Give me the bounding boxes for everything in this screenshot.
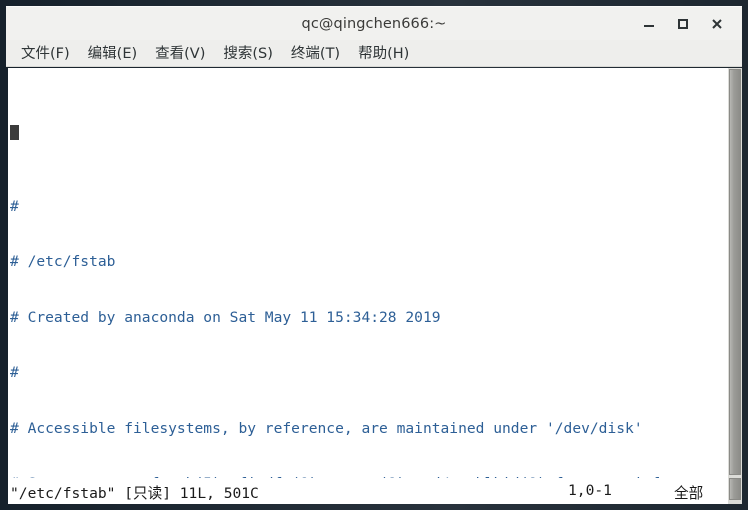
terminal-line-cursor [8,124,728,143]
menu-item-file[interactable]: 文件(F) [12,40,79,66]
terminal-line-comment-4: # [10,364,19,381]
terminal-line-comment-2: # /etc/fstab [10,253,116,270]
text-cursor [10,124,19,140]
status-scrollbar-thumb[interactable] [729,478,741,500]
maximize-icon[interactable] [666,7,700,41]
menu-item-view[interactable]: 查看(V) [146,40,214,66]
title-bar[interactable]: qc@qingchen666:~ [6,6,742,40]
menu-item-terminal[interactable]: 终端(T) [282,40,349,66]
terminal-scrollbar-thumb[interactable] [729,69,741,475]
menu-bar: 文件(F) 编辑(E) 查看(V) 搜索(S) 终端(T) 帮助(H) [6,40,742,67]
terminal-window: qc@qingchen666:~ 文件(F) 编辑(E) 查看(V) 搜索(S)… [0,0,748,510]
window-title: qc@qingchen666:~ [301,15,447,32]
vim-status-bar: "/etc/fstab" [只读] 11L, 501C 1,0-1 全部 [8,478,728,504]
terminal-line-comment-3: # Created by anaconda on Sat May 11 15:3… [10,308,441,326]
terminal-line-comment-1: # [10,197,19,215]
menu-item-edit[interactable]: 编辑(E) [79,40,146,66]
status-scroll-percent: 全部 [674,485,704,502]
window-controls [632,7,734,41]
terminal-scrollbar-track[interactable] [728,68,742,478]
close-icon[interactable] [700,7,734,41]
status-scrollbar-track[interactable] [728,478,742,504]
terminal-line-comment-5: # Accessible filesystems, by reference, … [10,419,643,437]
menu-item-search[interactable]: 搜索(S) [214,40,282,66]
menu-item-help[interactable]: 帮助(H) [349,40,418,66]
terminal-content[interactable]: # # /etc/fstab # Created by anaconda on … [8,68,728,478]
status-file-info: "/etc/fstab" [只读] 11L, 501C [10,485,259,502]
status-cursor-position: 1,0-1 [568,482,612,499]
minimize-icon[interactable] [632,7,666,41]
